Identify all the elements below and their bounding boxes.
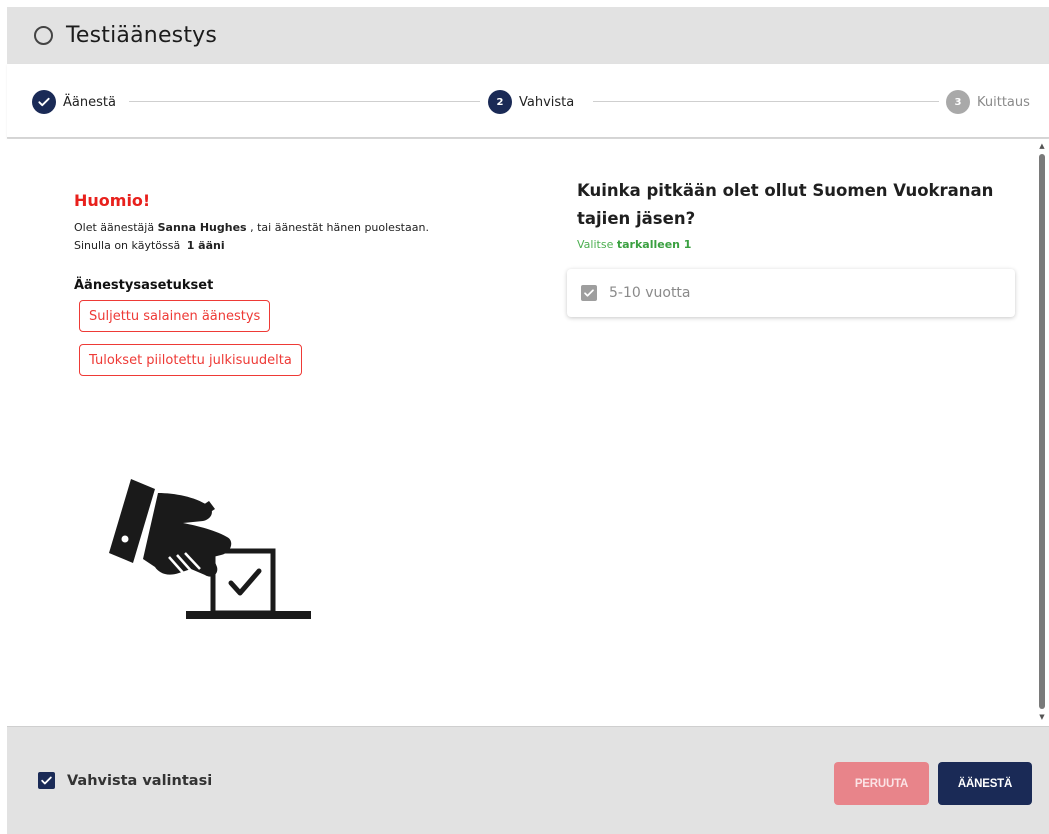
voter-suffix: , tai äänestät hänen puolestaan. — [250, 221, 429, 234]
step-label: Vahvista — [519, 94, 575, 110]
scroll-down-arrow-icon[interactable]: ▼ — [1038, 713, 1046, 721]
voter-name: Sanna Hughes — [157, 221, 247, 234]
content-panel: Huomio! Olet äänestäjä Sanna Hughes , ta… — [7, 139, 1049, 727]
setting-badge-hidden-results: Tulokset piilotettu julkisuudelta — [79, 344, 302, 376]
hint-value: tarkalleen 1 — [616, 238, 692, 251]
setting-badge-secret: Suljettu salainen äänestys — [79, 300, 271, 332]
question-text: Kuinka pitkään olet ollut Suomen Vuokran… — [577, 177, 1007, 233]
step-done-check-icon — [32, 90, 56, 114]
question-line-1: Kuinka pitkään olet ollut Suomen Vuokran… — [577, 181, 994, 200]
page-title: Testiäänestys — [66, 23, 218, 48]
checkbox-checked-icon[interactable] — [581, 285, 597, 301]
app-frame: Testiäänestys Äänestä 2 Vahvista 3 Kuitt… — [7, 7, 1049, 834]
settings-title: Äänestysasetukset — [74, 278, 214, 293]
scrollbar-thumb[interactable] — [1039, 154, 1045, 709]
question-line-2: tajien jäsen? — [577, 209, 696, 228]
step-connector — [129, 101, 480, 102]
step-number: 3 — [946, 90, 970, 114]
confirm-selection-label: Vahvista valintasi — [67, 772, 213, 789]
radio-circle-icon — [34, 26, 53, 45]
votes-value: 1 ääni — [186, 239, 225, 252]
scroll-up-arrow-icon[interactable]: ▲ — [1038, 142, 1046, 150]
answer-option[interactable]: 5-10 vuotta — [567, 269, 1015, 317]
footer: Vahvista valintasi PERUUTA ÄÄNESTÄ — [7, 728, 1049, 834]
stepper: Äänestä 2 Vahvista 3 Kuittaus — [7, 64, 1049, 138]
cancel-button[interactable]: PERUUTA — [834, 762, 929, 805]
header: Testiäänestys — [7, 7, 1049, 64]
confirm-selection-checkbox[interactable]: Vahvista valintasi — [38, 772, 212, 789]
step-receipt: 3 Kuittaus — [946, 89, 1030, 115]
selection-hint: Valitse tarkalleen 1 — [577, 238, 691, 251]
notice-voter-line: Olet äänestäjä Sanna Hughes , tai äänest… — [74, 221, 429, 234]
ballot-box-hand-icon — [109, 479, 311, 619]
vote-button[interactable]: ÄÄNESTÄ — [938, 762, 1032, 805]
checkbox-checked-icon[interactable] — [38, 772, 55, 789]
step-label: Kuittaus — [977, 94, 1030, 110]
votes-prefix: Sinulla on käytössä — [74, 239, 181, 252]
step-connector — [593, 101, 939, 102]
hint-prefix: Valitse — [577, 238, 614, 251]
notice-title: Huomio! — [74, 191, 151, 210]
answer-option-label: 5-10 vuotta — [609, 285, 691, 301]
notice-votes-line: Sinulla on käytössä 1 ääni — [74, 239, 225, 252]
step-vote[interactable]: Äänestä — [32, 89, 116, 115]
step-label: Äänestä — [63, 94, 116, 110]
voter-prefix: Olet äänestäjä — [74, 221, 155, 234]
step-confirm[interactable]: 2 Vahvista — [488, 89, 574, 115]
step-number: 2 — [488, 90, 512, 114]
